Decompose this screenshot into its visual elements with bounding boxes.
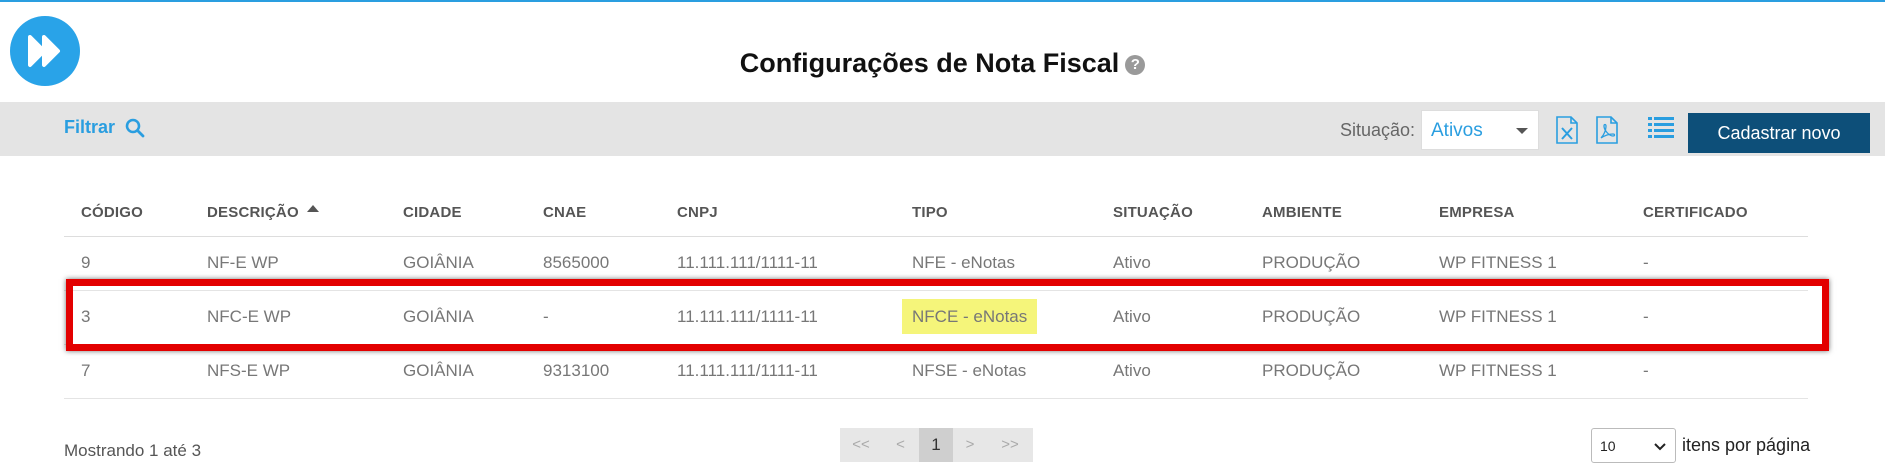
pager-last-button[interactable]: >> — [987, 428, 1033, 462]
cell-description: NFS-E WP — [190, 344, 386, 399]
cell-code: 7 — [64, 344, 190, 399]
status-filter-label: Situação: — [1340, 120, 1416, 140]
cell-type: NFSE - eNotas — [895, 344, 1096, 399]
column-header-description[interactable]: DESCRIÇÃO — [190, 190, 386, 237]
cell-description: NF-E WP — [190, 236, 386, 291]
pagination: << < 1 > >> — [840, 428, 1033, 462]
status-filter-value: Ativos — [1431, 120, 1483, 141]
cell-cnpj: 11.111.111/1111-11 — [660, 344, 895, 399]
help-icon[interactable]: ? — [1125, 55, 1146, 75]
column-header-description-label: DESCRIÇÃO — [207, 204, 299, 222]
column-header-status[interactable]: SITUAÇÃO — [1096, 190, 1245, 237]
table-row[interactable]: 7 NFS-E WP GOIÂNIA 9313100 11.111.111/11… — [64, 344, 1808, 399]
pager-next-button[interactable]: > — [953, 428, 987, 462]
cell-city: GOIÂNIA — [386, 290, 526, 345]
pager-page-1-button[interactable]: 1 — [919, 428, 953, 462]
column-header-city[interactable]: CIDADE — [386, 190, 526, 237]
column-header-environment[interactable]: AMBIENTE — [1245, 190, 1422, 237]
filter-button[interactable]: Filtrar — [64, 117, 145, 138]
filter-label: Filtrar — [64, 117, 116, 137]
chevron-down-icon — [1516, 128, 1528, 134]
table-row-highlighted[interactable]: 3 NFC-E WP GOIÂNIA - 11.111.111/1111-11 … — [64, 290, 1808, 345]
items-per-page-value: 10 — [1600, 438, 1616, 454]
status-filter-select[interactable]: Ativos — [1421, 110, 1539, 150]
cell-company: WP FITNESS 1 — [1422, 344, 1626, 399]
sort-ascending-icon — [306, 205, 319, 213]
table-header-row: CÓDIGO DESCRIÇÃO CIDADE CNAE CNPJ TIPO S… — [64, 190, 1808, 237]
column-header-code[interactable]: CÓDIGO — [64, 190, 190, 237]
items-per-page-select[interactable]: 10 — [1591, 428, 1676, 463]
cell-type: NFCE - eNotas — [895, 290, 1096, 345]
cell-city: GOIÂNIA — [386, 236, 526, 291]
cell-city: GOIÂNIA — [386, 344, 526, 399]
toolbar: Filtrar Situação: Ativos Cadastrar novo — [0, 102, 1885, 156]
cell-company: WP FITNESS 1 — [1422, 236, 1626, 291]
cell-certificate: - — [1626, 290, 1808, 345]
cell-code: 3 — [64, 290, 190, 345]
cell-environment: PRODUÇÃO — [1245, 236, 1422, 291]
column-header-cnpj[interactable]: CNPJ — [660, 190, 895, 237]
top-accent-line — [0, 0, 1885, 2]
pager-prev-button[interactable]: < — [882, 428, 919, 462]
cell-code: 9 — [64, 236, 190, 291]
column-header-cnae[interactable]: CNAE — [526, 190, 660, 237]
column-header-certificate[interactable]: CERTIFICADO — [1626, 190, 1808, 237]
cell-environment: PRODUÇÃO — [1245, 344, 1422, 399]
search-icon — [125, 118, 145, 137]
cell-company: WP FITNESS 1 — [1422, 290, 1626, 345]
cell-certificate: - — [1626, 236, 1808, 291]
cell-certificate: - — [1626, 344, 1808, 399]
chevron-down-icon — [1654, 443, 1666, 451]
table-row[interactable]: 9 NF-E WP GOIÂNIA 8565000 11.111.111/111… — [64, 236, 1808, 291]
column-header-type[interactable]: TIPO — [895, 190, 1096, 237]
page-title-text: Configurações de Nota Fiscal — [739, 48, 1120, 78]
cell-status: Ativo — [1096, 290, 1245, 345]
showing-count-text: Mostrando 1 até 3 — [64, 441, 202, 460]
excel-export-icon[interactable] — [1555, 116, 1579, 149]
column-header-company[interactable]: EMPRESA — [1422, 190, 1626, 237]
cell-status: Ativo — [1096, 344, 1245, 399]
cell-cnpj: 11.111.111/1111-11 — [660, 290, 895, 345]
cell-cnae: 9313100 — [526, 344, 660, 399]
highlighted-type-value: NFCE - eNotas — [902, 299, 1038, 334]
pager-first-button[interactable]: << — [840, 428, 882, 462]
pdf-export-icon[interactable] — [1595, 116, 1619, 149]
cell-type: NFE - eNotas — [895, 236, 1096, 291]
page-title: Configurações de Nota Fiscal? — [0, 48, 1885, 79]
cell-description: NFC-E WP — [190, 290, 386, 345]
cell-cnae: - — [526, 290, 660, 345]
cell-cnae: 8565000 — [526, 236, 660, 291]
cell-status: Ativo — [1096, 236, 1245, 291]
items-per-page-label: itens por página — [1682, 435, 1811, 455]
list-view-icon[interactable] — [1648, 116, 1674, 143]
invoice-config-table: CÓDIGO DESCRIÇÃO CIDADE CNAE CNPJ TIPO S… — [64, 190, 1808, 399]
cell-cnpj: 11.111.111/1111-11 — [660, 236, 895, 291]
create-new-button[interactable]: Cadastrar novo — [1688, 113, 1870, 153]
cell-environment: PRODUÇÃO — [1245, 290, 1422, 345]
